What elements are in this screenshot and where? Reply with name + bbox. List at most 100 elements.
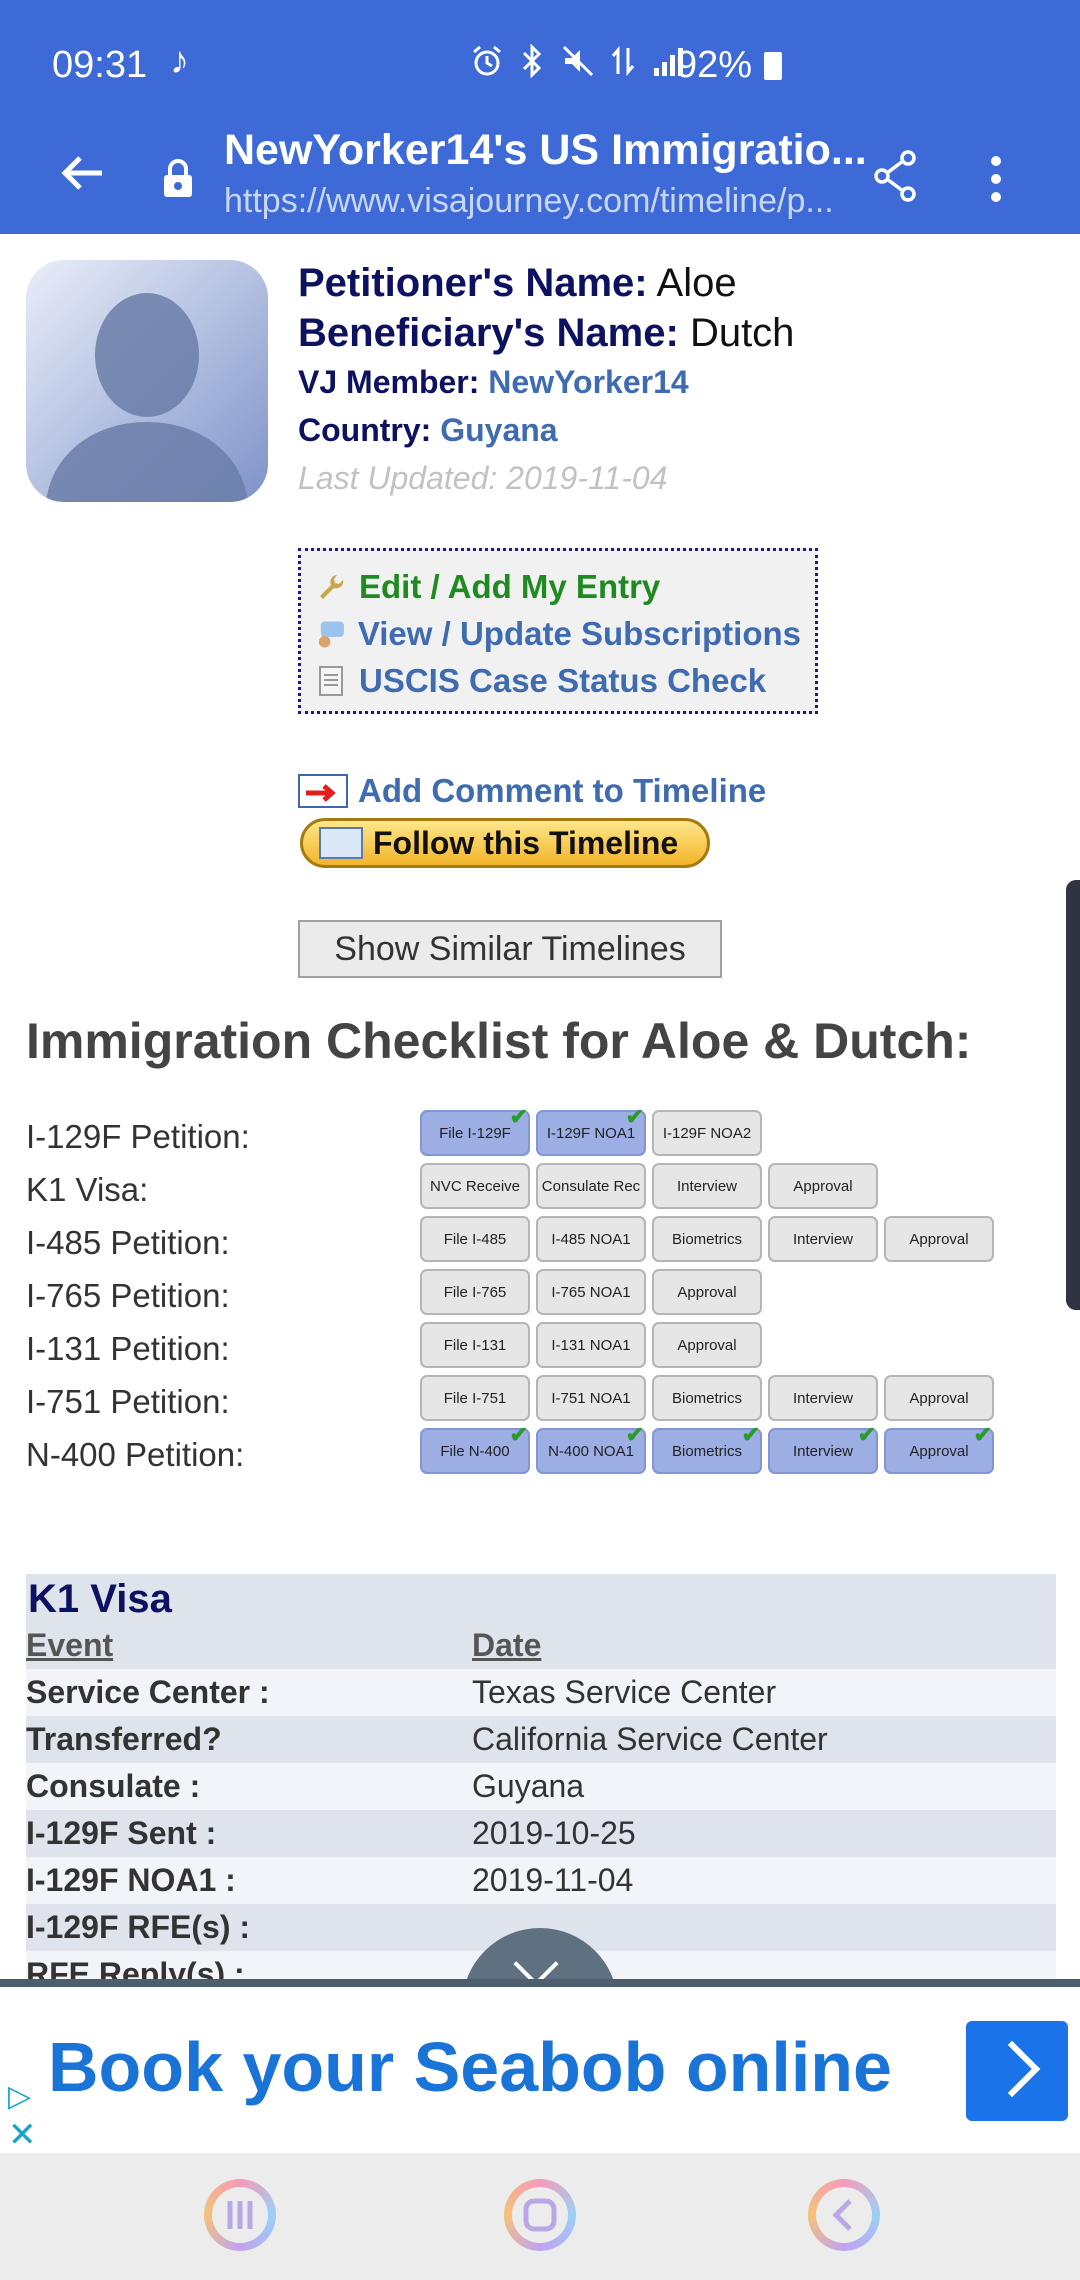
checklist-step[interactable]: I-129F NOA2 — [652, 1110, 762, 1156]
petitioner-line: Petitioner's Name: Aloe — [298, 261, 737, 305]
adchoices-icon[interactable]: ▷ — [8, 2079, 31, 2114]
checklist-step[interactable]: File I-485 — [420, 1216, 530, 1262]
checklist-step[interactable]: File I-765 — [420, 1269, 530, 1315]
checklist-step[interactable]: NVC Receive — [420, 1163, 530, 1209]
back-arrow-icon[interactable] — [58, 148, 108, 207]
checklist-step[interactable]: I-751 NOA1 — [536, 1375, 646, 1421]
checklist-step[interactable]: Approval — [652, 1322, 762, 1368]
petitioner-name: Aloe — [656, 261, 737, 305]
comment-arrow-icon — [298, 774, 348, 808]
k1-visa-table: K1 Visa Event Date Service Center : Texas… — [26, 1574, 1056, 1979]
ad-banner[interactable]: ▷ ✕ Book your Seabob online — [0, 1987, 1080, 2155]
checkmark-icon: ✔ — [625, 1104, 644, 1129]
more-options-icon[interactable] — [988, 154, 1004, 204]
scroll-handle[interactable] — [1066, 880, 1080, 1310]
add-comment-link[interactable]: Add Comment to Timeline — [298, 772, 766, 810]
table-row: I-129F NOA1 : 2019-11-04 — [26, 1857, 1056, 1904]
home-icon — [512, 2187, 568, 2243]
checklist-row-label: N-400 Petition: — [26, 1436, 245, 1473]
table-row: Consulate : Guyana — [26, 1763, 1056, 1810]
checklist-row-label: I-485 Petition: — [26, 1224, 230, 1261]
beneficiary-line: Beneficiary's Name: Dutch — [298, 311, 795, 355]
browser-toolbar: NewYorker14's US Immigratio... https://w… — [0, 120, 1080, 234]
system-nav-bar — [0, 2153, 1080, 2280]
back-button[interactable] — [808, 2179, 880, 2251]
uscis-status-link[interactable]: USCIS Case Status Check — [315, 657, 801, 704]
recents-icon — [212, 2187, 268, 2243]
event-cell: Consulate : — [26, 1768, 201, 1804]
checklist-step[interactable]: Approval — [884, 1375, 994, 1421]
member-link[interactable]: NewYorker14 — [488, 364, 688, 400]
event-cell: I-129F NOA1 : — [26, 1862, 236, 1898]
home-button[interactable] — [504, 2179, 576, 2251]
subscriptions-link[interactable]: View / Update Subscriptions — [315, 610, 801, 657]
checklist-step[interactable]: Interview — [652, 1163, 762, 1209]
checklist-row-label: I-765 Petition: — [26, 1277, 230, 1314]
checklist-step[interactable]: File I-751 — [420, 1375, 530, 1421]
share-icon[interactable] — [872, 148, 918, 204]
ad-text[interactable]: Book your Seabob online — [48, 2027, 892, 2107]
event-cell: RFE Reply(s) : — [26, 1956, 245, 1979]
checklist-step[interactable]: I-131 NOA1 — [536, 1322, 646, 1368]
checklist-step[interactable]: Consulate Rec — [536, 1163, 646, 1209]
table-row: Service Center : Texas Service Center — [26, 1669, 1056, 1716]
checklist-step[interactable]: File N-400 ✔ — [420, 1422, 530, 1474]
checklist-step[interactable]: File I-129F ✔ — [420, 1104, 530, 1156]
checklist-step[interactable]: Approval — [884, 1216, 994, 1262]
profile-info: Petitioner's Name: Aloe Beneficiary's Na… — [298, 258, 794, 502]
country-link[interactable]: Guyana — [440, 412, 557, 448]
checklist-step[interactable]: Approval — [768, 1163, 878, 1209]
event-column-header: Event — [26, 1627, 114, 1663]
checklist-row-label: I-131 Petition: — [26, 1330, 230, 1367]
checklist-row: I-131 Petition: File I-131 I-131 NOA1 Appro… — [26, 1322, 1026, 1375]
checklist-step[interactable]: I-129F NOA1 ✔ — [536, 1104, 646, 1156]
k1-header-row: Event Date — [26, 1622, 1056, 1669]
battery-icon — [764, 52, 782, 80]
page-content: Petitioner's Name: Aloe Beneficiary's Na… — [0, 234, 1080, 1979]
checklist-row-label: K1 Visa: — [26, 1171, 149, 1208]
table-row: Transferred? California Service Center — [26, 1716, 1056, 1763]
checklist-row-label: I-129F Petition: — [26, 1118, 250, 1155]
date-column-header: Date — [472, 1627, 542, 1663]
status-icons — [470, 43, 686, 87]
person-silhouette-icon — [46, 293, 248, 502]
envelope-icon — [319, 827, 363, 859]
checklist-row: I-765 Petition: File I-765 I-765 NOA1 Appro… — [26, 1269, 1026, 1322]
wrench-icon — [320, 574, 344, 599]
recent-apps-button[interactable] — [204, 2179, 276, 2251]
checklist-step[interactable]: Approval ✔ — [884, 1422, 994, 1474]
page-title[interactable]: NewYorker14's US Immigratio... — [224, 126, 864, 175]
checkmark-icon: ✔ — [509, 1422, 528, 1447]
checkmark-icon: ✔ — [741, 1422, 760, 1447]
last-updated: Last Updated: 2019-11-04 — [298, 460, 668, 496]
checklist-row: I-129F Petition: File I-129F ✔ I-129F NOA1 ✔… — [26, 1104, 1026, 1163]
checklist-step[interactable]: Biometrics — [652, 1216, 762, 1262]
checklist-row: I-751 Petition: File I-751 I-751 NOA1 Biome… — [26, 1375, 1026, 1428]
checklist-step[interactable]: Interview ✔ — [768, 1422, 878, 1474]
event-cell: I-129F Sent : — [26, 1815, 217, 1851]
close-ad-icon[interactable]: ✕ — [8, 2115, 37, 2155]
checklist-step[interactable]: Interview — [768, 1216, 878, 1262]
checklist-step[interactable]: File I-131 — [420, 1322, 530, 1368]
music-note-icon: ♪ — [170, 40, 189, 82]
url-bar[interactable]: https://www.visajourney.com/timeline/p..… — [224, 182, 864, 221]
lock-icon — [164, 159, 192, 197]
status-bar: 09:31 ♪ 92% — [0, 0, 1080, 120]
checklist-step[interactable]: I-765 NOA1 — [536, 1269, 646, 1315]
date-cell: 2019-11-04 — [472, 1862, 634, 1898]
checklist-step[interactable]: I-485 NOA1 — [536, 1216, 646, 1262]
follow-timeline-button[interactable]: Follow this Timeline — [300, 818, 710, 868]
checklist-step[interactable]: N-400 NOA1 ✔ — [536, 1422, 646, 1474]
avatar — [26, 260, 268, 502]
alarm-icon — [473, 45, 501, 76]
event-cell: Transferred? — [26, 1721, 222, 1757]
actions-box: Edit / Add My Entry View / Update Subscr… — [298, 548, 818, 714]
checkmark-icon: ✔ — [625, 1422, 644, 1447]
checklist-step[interactable]: Biometrics ✔ — [652, 1422, 762, 1474]
checklist-step[interactable]: Interview — [768, 1375, 878, 1421]
checklist-step[interactable]: Biometrics — [652, 1375, 762, 1421]
show-similar-button[interactable]: Show Similar Timelines — [298, 920, 722, 978]
ad-go-button[interactable] — [966, 2021, 1068, 2121]
checklist-step[interactable]: Approval — [652, 1269, 762, 1315]
edit-entry-link[interactable]: Edit / Add My Entry — [315, 563, 801, 610]
